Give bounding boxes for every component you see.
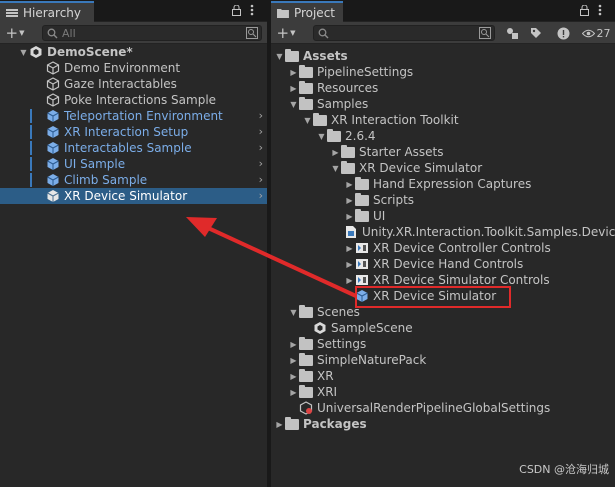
pointer-arrow-line (205, 225, 357, 298)
highlight-box (355, 286, 511, 308)
annotation-overlay (186, 217, 511, 308)
pointer-arrowhead (186, 217, 217, 237)
